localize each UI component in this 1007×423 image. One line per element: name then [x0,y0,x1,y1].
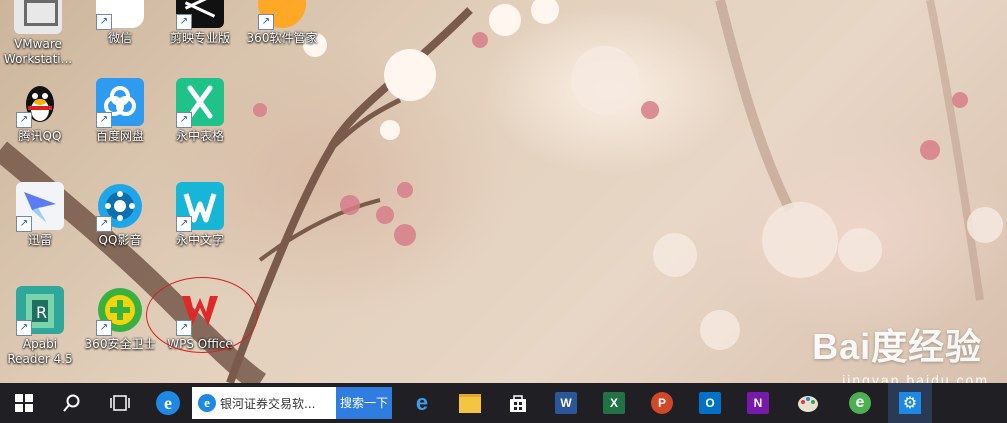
icon-label: 360安全卫士 [84,337,156,351]
internet-explorer-icon: e [156,391,180,415]
paint-palette-icon [798,396,818,412]
shortcut-arrow-icon: ↗ [16,216,32,232]
baidu-netdisk-icon: ↗ [96,78,144,128]
shortcut-arrow-icon: ↗ [258,14,274,30]
taskbar-search-box[interactable]: e 银河证券交易软... 搜索一下 [192,387,392,419]
taskbar-file-explorer-button[interactable] [448,383,492,423]
outlook-icon: O [699,392,721,414]
icon-label: 迅雷 [27,233,52,247]
shortcut-arrow-icon: ↗ [96,14,112,30]
powerpoint-icon: P [651,392,673,414]
shortcut-arrow-icon: ↗ [96,112,112,128]
desktop-icon-yozo-writer[interactable]: ↗ 永中文字 [162,182,238,248]
task-view-button[interactable] [98,383,142,423]
taskbar-settings-button[interactable]: ⚙ [888,383,932,423]
qq-player-icon: ↗ [96,182,144,232]
icon-label: 剪映专业版 [169,31,230,45]
desktop-icon-vmware[interactable]: VMware Workstati... [0,0,76,67]
vmware-icon [14,0,62,34]
qq-icon: ↗ [16,78,64,128]
shortcut-arrow-icon: ↗ [176,216,192,232]
gear-icon: ⚙ [899,392,921,414]
word-icon: W [555,392,577,414]
360-browser-icon: e [849,392,871,414]
search-icon [63,394,80,412]
apabi-reader-icon: R ↗ [16,286,64,336]
shortcut-arrow-icon: ↗ [176,112,192,128]
desktop-icon-qq[interactable]: ↗ 腾讯QQ [2,78,78,144]
highlight-circle [146,277,258,353]
taskbar-ie-button[interactable]: e [146,383,190,423]
icon-label: 永中表格 [175,129,224,143]
yozo-sheet-icon: ↗ [176,78,224,128]
desktop-icon-qq-player[interactable]: ↗ QQ影音 [82,182,158,248]
taskbar-powerpoint-button[interactable]: P [640,383,684,423]
onenote-icon: N [747,392,769,414]
svg-text:R: R [36,303,47,322]
shortcut-arrow-icon: ↗ [176,14,192,30]
taskbar-excel-button[interactable]: X [592,383,636,423]
ie-search-icon: e [198,394,216,412]
taskbar-store-button[interactable] [496,383,540,423]
store-bag-icon [510,395,526,412]
search-input[interactable]: 银河证券交易软... [216,395,336,412]
baidu-jingyan-watermark: Bai度经验 jingyan.baidu.com [812,318,989,388]
icon-label: 微信 [107,31,132,45]
shortcut-arrow-icon: ↗ [96,216,112,232]
desktop-icon-yozo-sheet[interactable]: ↗ 永中表格 [162,78,238,144]
desktop-icon-360-software[interactable]: ↗ 360软件管家 [244,0,320,46]
taskbar-360-browser-button[interactable]: e [838,383,882,423]
edge-icon: e [415,390,429,415]
icon-label: 360软件管家 [246,31,318,45]
taskbar-outlook-button[interactable]: O [688,383,732,423]
task-view-icon [110,395,130,411]
shortcut-arrow-icon: ↗ [96,320,112,336]
search-taskbar-button[interactable] [50,383,94,423]
desktop-icon-jianying[interactable]: ↗ 剪映专业版 [162,0,238,46]
desktop-icon-apabi-reader[interactable]: R ↗ Apabi Reader 4.5 [2,286,78,367]
wechat-icon: ↗ [96,0,144,30]
xunlei-icon: ↗ [16,182,64,232]
excel-icon: X [603,392,625,414]
desktop-icon-xunlei[interactable]: ↗ 迅雷 [2,182,78,248]
desktop-icon-wechat[interactable]: ↗ 微信 [82,0,158,46]
search-submit-button[interactable]: 搜索一下 [336,387,392,419]
icon-label: QQ影音 [98,233,142,247]
jianying-icon: ↗ [176,0,224,30]
watermark-logo-text: Bai度经验 [812,326,983,367]
taskbar-onenote-button[interactable]: N [736,383,780,423]
start-button[interactable] [2,383,46,423]
icon-label: Apabi Reader 4.5 [7,337,73,366]
icon-label: 百度网盘 [95,129,144,143]
360-software-manager-icon: ↗ [258,0,306,30]
360-safe-icon: ↗ [96,286,144,336]
yozo-writer-icon: ↗ [176,182,224,232]
taskbar: e e 银河证券交易软... 搜索一下 e W X P O N e ⚙ [0,383,1007,423]
icon-label: VMware Workstati... [3,37,73,66]
folder-icon [459,393,481,413]
windows-logo-icon [15,394,33,412]
icon-label: 永中文字 [175,233,224,247]
icon-label: 腾讯QQ [18,129,62,143]
shortcut-arrow-icon: ↗ [16,320,32,336]
desktop-icon-baidu-netdisk[interactable]: ↗ 百度网盘 [82,78,158,144]
taskbar-paint-button[interactable] [786,383,830,423]
taskbar-word-button[interactable]: W [544,383,588,423]
taskbar-edge-button[interactable]: e [400,383,444,423]
shortcut-arrow-icon: ↗ [16,112,32,128]
